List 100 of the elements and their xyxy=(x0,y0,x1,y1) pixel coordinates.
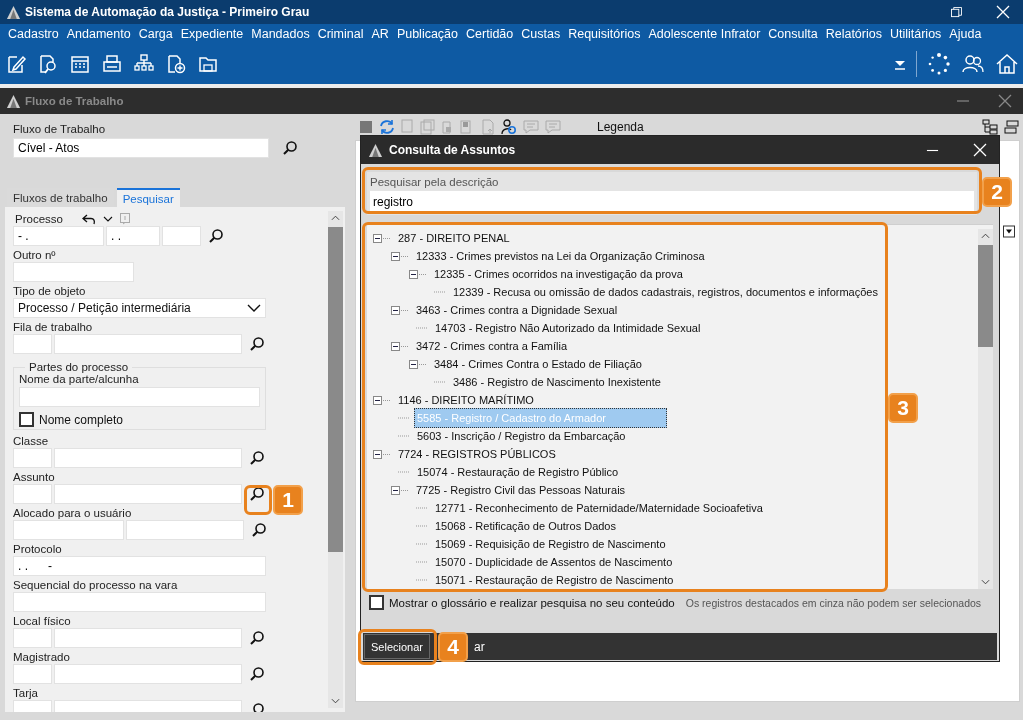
search-icon[interactable] xyxy=(251,522,267,538)
tree-view-icon[interactable] xyxy=(982,119,998,135)
collapse-icon[interactable] xyxy=(391,485,409,495)
dropdown-icon[interactable] xyxy=(1003,225,1015,238)
printer-icon[interactable] xyxy=(101,53,123,75)
search-icon[interactable] xyxy=(249,450,265,466)
search-icon[interactable] xyxy=(249,630,265,646)
code-field[interactable] xyxy=(13,334,52,354)
tab[interactable]: Pesquisar xyxy=(116,188,180,207)
search-icon[interactable] xyxy=(249,336,265,352)
edit-icon[interactable] xyxy=(5,53,27,75)
menu-item[interactable]: Requisitórios xyxy=(564,27,645,41)
menu-item[interactable]: AR xyxy=(367,27,393,41)
text-field[interactable] xyxy=(54,448,242,468)
tree-item[interactable]: 15068 - Retificação de Outros Dados xyxy=(432,518,619,534)
text-field[interactable] xyxy=(54,664,242,684)
tree-item[interactable]: 7724 - REGISTROS PÚBLICOS xyxy=(395,446,559,462)
tree-item[interactable]: 12335 - Crimes ocorridos na investigação da prova xyxy=(431,266,686,282)
checkbox[interactable] xyxy=(369,595,384,610)
dialog-button[interactable]: ar xyxy=(474,639,485,654)
menu-item[interactable]: Custas xyxy=(517,27,565,41)
text-field[interactable] xyxy=(54,334,242,354)
tree-item[interactable]: 5603 - Inscrição / Registro da Embarcação xyxy=(414,428,629,444)
collapse-icon[interactable] xyxy=(373,395,391,405)
scroll-down-icon[interactable] xyxy=(981,579,990,585)
collapse-icon[interactable] xyxy=(409,359,427,369)
text-field[interactable] xyxy=(19,387,260,407)
legend-label[interactable]: Legenda xyxy=(597,120,644,134)
collapse-icon[interactable] xyxy=(391,305,409,315)
scrollbar[interactable] xyxy=(328,211,343,708)
menu-item[interactable]: Consulta xyxy=(764,27,822,41)
menu-item[interactable]: Publicação xyxy=(392,27,463,41)
tree-item[interactable]: 3472 - Crimes contra a Família xyxy=(413,338,570,354)
chevron-down-icon[interactable] xyxy=(103,215,113,223)
scroll-up-icon[interactable] xyxy=(981,233,990,239)
code-field[interactable] xyxy=(13,484,52,504)
code-field[interactable] xyxy=(13,628,52,648)
tree-item[interactable]: 3486 - Registro de Nascimento Inexistente xyxy=(450,374,664,390)
undo-icon[interactable] xyxy=(82,213,96,225)
text-field[interactable] xyxy=(54,628,242,648)
collapse-icon[interactable] xyxy=(391,341,409,351)
calendar-icon[interactable] xyxy=(69,53,91,75)
collapse-icon[interactable] xyxy=(373,233,391,243)
text-field[interactable] xyxy=(13,520,124,540)
menu-item[interactable]: Relatórios xyxy=(821,27,886,41)
dropdown-icon[interactable] xyxy=(894,58,906,70)
text-field[interactable]: - . xyxy=(13,226,104,246)
search-icon[interactable] xyxy=(249,486,265,502)
tree-item[interactable]: 3463 - Crimes contra a Dignidade Sexual xyxy=(413,302,621,318)
text-field[interactable] xyxy=(126,520,244,540)
text-field[interactable] xyxy=(13,262,134,282)
square-icon[interactable] xyxy=(359,120,373,134)
tree-item[interactable]: 12771 - Reconhecimento de Paternidade/Maternidade Socioafetiva xyxy=(432,500,766,516)
tree-item[interactable]: 15069 - Requisição de Registro de Nascimento xyxy=(432,536,669,552)
tree-item[interactable]: 15070 - Duplicidade de Assentos de Nascimento xyxy=(432,554,676,570)
workflow-field[interactable]: Cível - Atos xyxy=(13,138,269,158)
scroll-down-icon[interactable] xyxy=(331,698,340,704)
add-document-icon[interactable] xyxy=(165,53,187,75)
text-field[interactable]: . . xyxy=(106,226,160,246)
restore-icon[interactable] xyxy=(951,6,962,18)
menu-item[interactable]: Expediente xyxy=(176,27,248,41)
tree-item[interactable]: 1146 - DIREITO MARÍTIMO xyxy=(395,392,537,408)
menu-item[interactable]: Andamento xyxy=(62,27,135,41)
refresh-icon[interactable] xyxy=(379,119,395,135)
tree-item[interactable]: 12339 - Recusa ou omissão de dados cadastrais, registros, documentos e informações xyxy=(450,284,881,300)
search-icon[interactable] xyxy=(282,140,298,156)
code-field[interactable] xyxy=(13,664,52,684)
user-search-icon[interactable] xyxy=(501,119,517,135)
checkbox[interactable] xyxy=(19,412,34,427)
tree-item[interactable]: 12333 - Crimes previstos na Lei da Organização Criminosa xyxy=(413,248,708,264)
search-document-icon[interactable] xyxy=(37,53,59,75)
text-field[interactable] xyxy=(54,484,242,504)
text-field[interactable] xyxy=(162,226,201,246)
tree-item[interactable]: 15074 - Restauração de Registro Público xyxy=(414,464,622,480)
loading-icon[interactable] xyxy=(927,52,951,76)
menu-item[interactable]: Utilitários xyxy=(885,27,946,41)
text-field[interactable] xyxy=(13,592,266,612)
tree-item[interactable]: 15071 - Restauração de Registro de Nascimento xyxy=(432,572,677,588)
list-view-icon[interactable] xyxy=(1004,119,1020,135)
scroll-up-icon[interactable] xyxy=(331,215,340,221)
menu-item[interactable]: Carga xyxy=(134,27,177,41)
collapse-icon[interactable] xyxy=(373,449,391,459)
tree-item[interactable]: 7725 - Registro Civil das Pessoas Naturais xyxy=(413,482,629,498)
text-field[interactable]: . . - xyxy=(13,556,266,576)
collapse-icon[interactable] xyxy=(409,269,427,279)
dropdown[interactable]: Processo / Petição intermediária xyxy=(13,298,266,318)
tree-item[interactable]: 3484 - Crimes Contra o Estado de Filiação xyxy=(431,356,645,372)
tree-item[interactable]: 14703 - Registro Não Autorizado da Intimidade Sexual xyxy=(432,320,704,336)
menu-item[interactable]: Ajuda xyxy=(945,27,986,41)
search-field[interactable]: registro xyxy=(370,191,974,212)
menu-item[interactable]: Mandados xyxy=(247,27,314,41)
dialog-button[interactable]: Selecionar xyxy=(364,634,430,659)
menu-item[interactable]: Certidão xyxy=(462,27,518,41)
search-icon[interactable] xyxy=(208,228,224,244)
code-field[interactable] xyxy=(13,448,52,468)
search-icon[interactable] xyxy=(249,666,265,682)
menu-item[interactable]: Adolescente Infrator xyxy=(644,27,765,41)
menu-item[interactable]: Cadastro xyxy=(4,27,63,41)
tree-item[interactable]: 287 - DIREITO PENAL xyxy=(395,230,513,246)
menu-item[interactable]: Criminal xyxy=(313,27,368,41)
